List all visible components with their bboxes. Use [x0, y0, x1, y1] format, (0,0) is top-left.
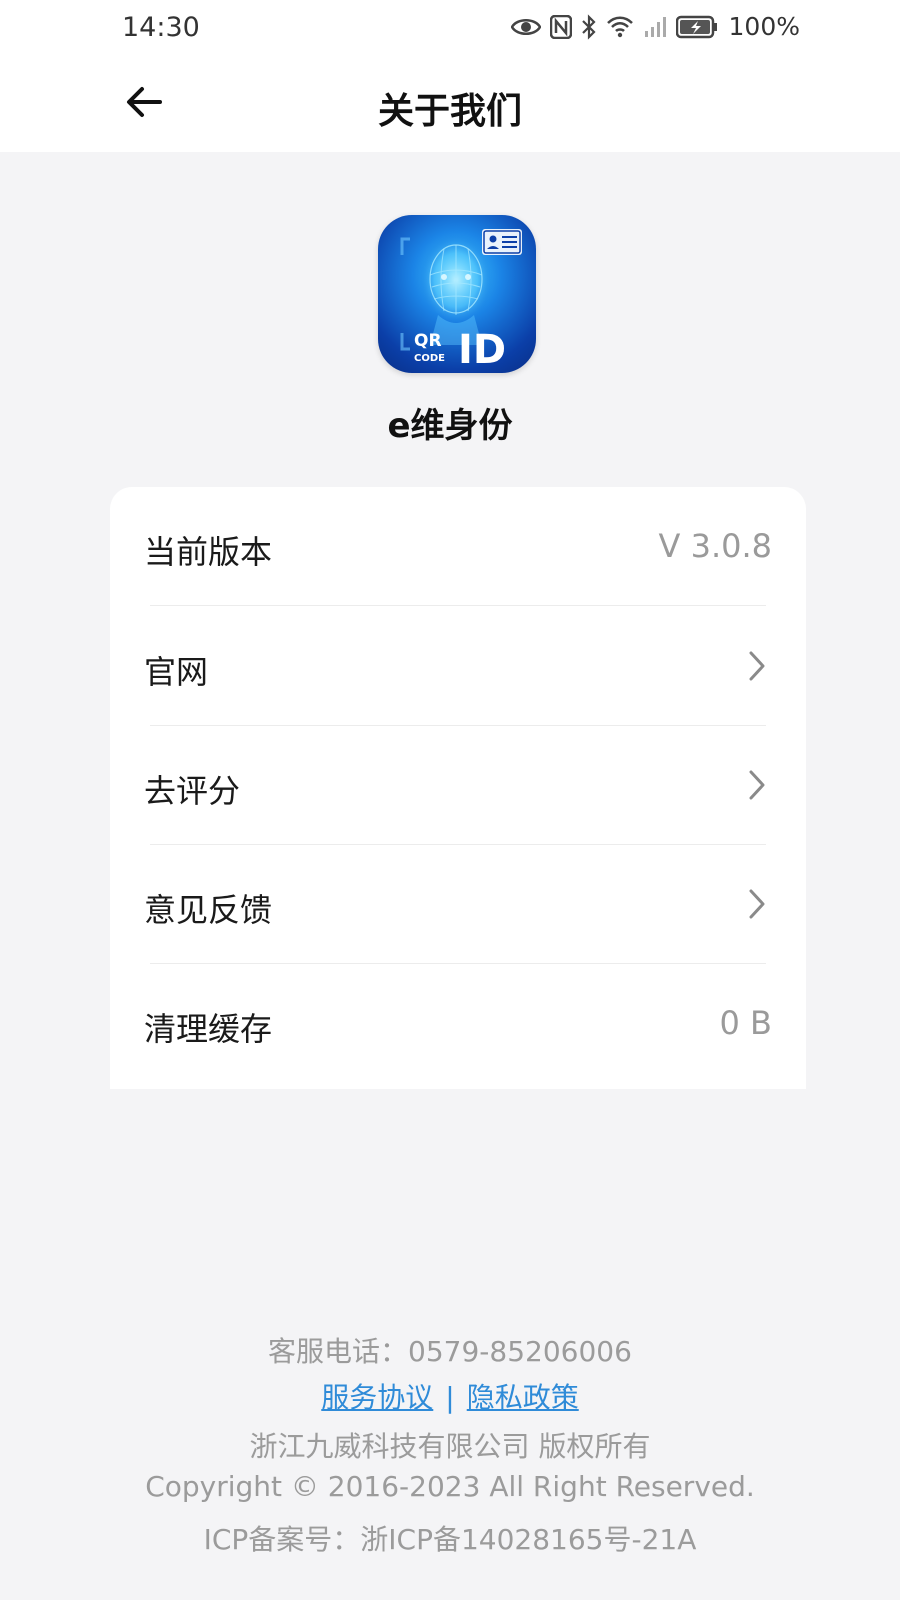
- row-label: 官网: [144, 653, 209, 691]
- row-label: 意见反馈: [144, 891, 273, 929]
- status-icons: 100%: [510, 12, 800, 41]
- page-title: 关于我们: [377, 91, 522, 132]
- row-feedback[interactable]: 意见反馈: [110, 845, 806, 964]
- row-clear-cache[interactable]: 清理缓存 0 B: [110, 964, 806, 1083]
- cache-size-value: 0 B: [719, 1004, 772, 1042]
- chevron-right-icon: [746, 649, 768, 683]
- settings-card: 当前版本 V 3.0.8 官网 去评分 意见反馈 清理缓存 0 B: [110, 487, 806, 1089]
- divider: [150, 605, 766, 606]
- app-name: e维身份: [387, 406, 513, 446]
- app-logo: QR CODE ID: [378, 215, 536, 373]
- logo-text-qr: QR: [414, 331, 442, 351]
- logo-text-id: ID: [458, 327, 506, 373]
- chevron-right-icon: [746, 887, 768, 921]
- app-bar: 关于我们: [0, 56, 900, 152]
- row-official-website[interactable]: 官网: [110, 607, 806, 726]
- row-rate[interactable]: 去评分: [110, 726, 806, 845]
- chevron-right-icon: [746, 768, 768, 802]
- privacy-policy-link[interactable]: 隐私政策: [467, 1381, 579, 1414]
- battery-icon: [675, 15, 718, 39]
- row-label: 去评分: [144, 772, 241, 810]
- row-current-version: 当前版本 V 3.0.8: [110, 487, 806, 606]
- status-time: 14:30: [122, 12, 200, 43]
- wifi-icon: [606, 15, 634, 39]
- logo-text-code: CODE: [414, 353, 445, 364]
- nfc-icon: [549, 14, 572, 39]
- row-label: 当前版本: [144, 533, 273, 571]
- link-separator: |: [445, 1381, 455, 1414]
- status-bar: 14:30 100%: [0, 0, 900, 56]
- battery-percent: 100%: [728, 12, 800, 41]
- row-label: 清理缓存: [144, 1010, 273, 1048]
- eye-icon: [510, 16, 541, 38]
- signal-icon: [643, 15, 667, 39]
- icp-record: ICP备案号：浙ICP备14028165号-21A: [203, 1523, 697, 1556]
- version-value: V 3.0.8: [658, 527, 772, 565]
- footer-links: 服务协议 | 隐私政策: [0, 1376, 900, 1416]
- bluetooth-icon: [581, 13, 597, 40]
- customer-service-phone: 客服电话：0579-85206006: [268, 1335, 632, 1368]
- company-copyright: 浙江九威科技有限公司 版权所有: [249, 1430, 651, 1463]
- copyright-text: Copyright © 2016-2023 All Right Reserved…: [145, 1470, 755, 1503]
- service-agreement-link[interactable]: 服务协议: [321, 1381, 433, 1414]
